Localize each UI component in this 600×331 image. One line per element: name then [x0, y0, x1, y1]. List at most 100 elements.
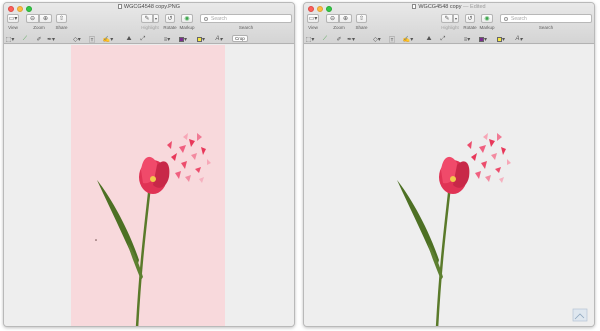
crop-button[interactable]: Crop	[232, 35, 248, 42]
zoom-label: Zoom	[333, 25, 345, 30]
text-icon: 🅃	[88, 37, 95, 44]
draw-icon: ✐	[36, 36, 42, 43]
pen-icon: ✒▾	[46, 36, 56, 43]
share-icon: ⇧	[58, 16, 65, 22]
share-button[interactable]: ⇧	[56, 14, 67, 23]
selection-tool[interactable]: ⬚▾	[305, 35, 315, 43]
zoom-in-button[interactable]: ⊕	[39, 14, 52, 23]
zoom-out-button[interactable]: ⊖	[26, 14, 39, 23]
sign-icon: ✍▾	[102, 36, 114, 43]
view-button[interactable]: ▭▾	[7, 14, 19, 23]
fill-color-tool[interactable]: ▾	[194, 35, 208, 43]
markup-toolbar: ⬚▾ ⟋ ✐ ✒▾ ◇▾ 🅃 ✍▾ ⛰ ⤢ ≡▾ ▾ ▾ A ▾ Crop	[4, 34, 294, 44]
watermark-icon	[572, 308, 588, 322]
adjust-size-tool[interactable]: ⤢	[138, 35, 148, 43]
selection-tool[interactable]: ⬚▾	[5, 35, 15, 43]
text-icon: 🅃	[388, 37, 395, 44]
border-color-icon	[478, 36, 484, 42]
sidebar-icon: ▭▾	[308, 16, 318, 22]
document-icon	[117, 4, 122, 9]
rotate-button[interactable]: ↺	[165, 14, 175, 23]
chevron-down-icon: ▾	[454, 16, 457, 21]
sign-icon: ✍▾	[402, 36, 414, 43]
zoom-out-icon: ⊖	[329, 16, 336, 22]
zoom-in-icon: ⊕	[42, 16, 49, 22]
zoom-label: Zoom	[33, 25, 45, 30]
share-label: Share	[355, 25, 368, 30]
share-button[interactable]: ⇧	[356, 14, 367, 23]
shape-style-icon: ≡▾	[463, 36, 471, 43]
view-button[interactable]: ▭▾	[307, 14, 319, 23]
zoom-in-icon: ⊕	[342, 16, 349, 22]
markup-button[interactable]: ◉	[181, 14, 193, 23]
text-style-icon: A	[215, 36, 220, 42]
shapes-tool[interactable]: ◇▾	[70, 35, 84, 43]
sign-tool[interactable]: ✍▾	[101, 35, 115, 43]
markup-icon: ◉	[484, 16, 490, 22]
title-text: WGCG4548 copy.PNG	[123, 4, 181, 10]
close-button[interactable]	[308, 6, 314, 12]
sketch-tool[interactable]: ✐	[334, 35, 344, 43]
chevron-down-icon: ▾	[154, 16, 157, 21]
selection-icon: ⬚▾	[305, 36, 315, 43]
sketch-icon: ⟋	[322, 35, 328, 42]
draw-tool[interactable]: ✒▾	[46, 35, 56, 43]
search-input[interactable]: Search	[500, 14, 592, 23]
instant-alpha-tool[interactable]: ⟋	[320, 35, 330, 43]
draw-tool[interactable]: ✒▾	[346, 35, 356, 43]
border-color-tool[interactable]: ▾	[176, 35, 190, 43]
share-label: Share	[55, 25, 68, 30]
minimize-button[interactable]	[17, 6, 23, 12]
window-toolbar: WGCG4548 copy.PNG ▭▾ View ⊖ ⊕ Zoom ⇧ Sha…	[4, 3, 294, 44]
text-style-tool[interactable]: A ▾	[512, 35, 526, 43]
markup-button[interactable]: ◉	[481, 14, 493, 23]
highlight-menu-button[interactable]: ▾	[153, 14, 159, 23]
zoom-out-button[interactable]: ⊖	[326, 14, 339, 23]
view-label: View	[308, 25, 318, 30]
rotate-label: Rotate	[463, 25, 477, 30]
highlight-button[interactable]: ✎	[441, 14, 453, 23]
adjust-color-icon: ⛰	[426, 35, 432, 42]
zoom-window-button[interactable]	[326, 6, 332, 12]
adjust-size-icon: ⤢	[440, 35, 446, 42]
shape-style-tool[interactable]: ≡▾	[460, 35, 474, 43]
rotate-button[interactable]: ↺	[465, 14, 475, 23]
text-tool[interactable]: 🅃	[387, 35, 397, 44]
fill-color-tool[interactable]: ▾	[494, 35, 508, 43]
text-tool[interactable]: 🅃	[87, 35, 97, 44]
shapes-tool[interactable]: ◇▾	[370, 35, 384, 43]
preview-window-original: WGCG4548 copy.PNG ▭▾ View ⊖ ⊕ Zoom ⇧ Sha…	[3, 2, 295, 327]
window-title: WGCG4548 copy — Edited	[364, 4, 534, 10]
adjust-color-tool[interactable]: ⛰	[124, 35, 134, 43]
highlight-label: Highlight	[441, 25, 459, 30]
markup-toolbar: ⬚▾ ⟋ ✐ ✒▾ ◇▾ 🅃 ✍▾ ⛰ ⤢ ≡▾ ▾ ▾ A ▾	[304, 34, 594, 44]
minimize-button[interactable]	[317, 6, 323, 12]
window-title: WGCG4548 copy.PNG	[64, 4, 234, 10]
search-placeholder: Search	[511, 16, 527, 22]
text-style-tool[interactable]: A ▾	[212, 35, 226, 43]
search-label: Search	[238, 25, 254, 30]
draw-icon: ✐	[336, 36, 342, 43]
tulip-image-background-removed	[397, 133, 511, 326]
border-color-tool[interactable]: ▾	[476, 35, 490, 43]
search-placeholder: Search	[211, 16, 227, 22]
image-canvas	[4, 45, 294, 326]
sketch-tool[interactable]: ✐	[34, 35, 44, 43]
adjust-color-tool[interactable]: ⛰	[424, 35, 434, 43]
rotate-icon: ↺	[167, 16, 173, 22]
markup-label: Markup	[479, 25, 495, 30]
search-input[interactable]: Search	[200, 14, 292, 23]
close-button[interactable]	[8, 6, 14, 12]
selection-icon: ⬚▾	[5, 36, 15, 43]
adjust-size-tool[interactable]: ⤢	[438, 35, 448, 43]
zoom-in-button[interactable]: ⊕	[339, 14, 352, 23]
highlight-menu-button[interactable]: ▾	[453, 14, 459, 23]
instant-alpha-tool[interactable]: ⟋	[20, 35, 30, 43]
highlight-button[interactable]: ✎	[141, 14, 153, 23]
shape-style-tool[interactable]: ≡▾	[160, 35, 174, 43]
fill-color-icon	[496, 36, 502, 42]
zoom-window-button[interactable]	[26, 6, 32, 12]
markup-icon: ◉	[184, 16, 190, 22]
search-icon	[504, 16, 508, 21]
sign-tool[interactable]: ✍▾	[401, 35, 415, 43]
